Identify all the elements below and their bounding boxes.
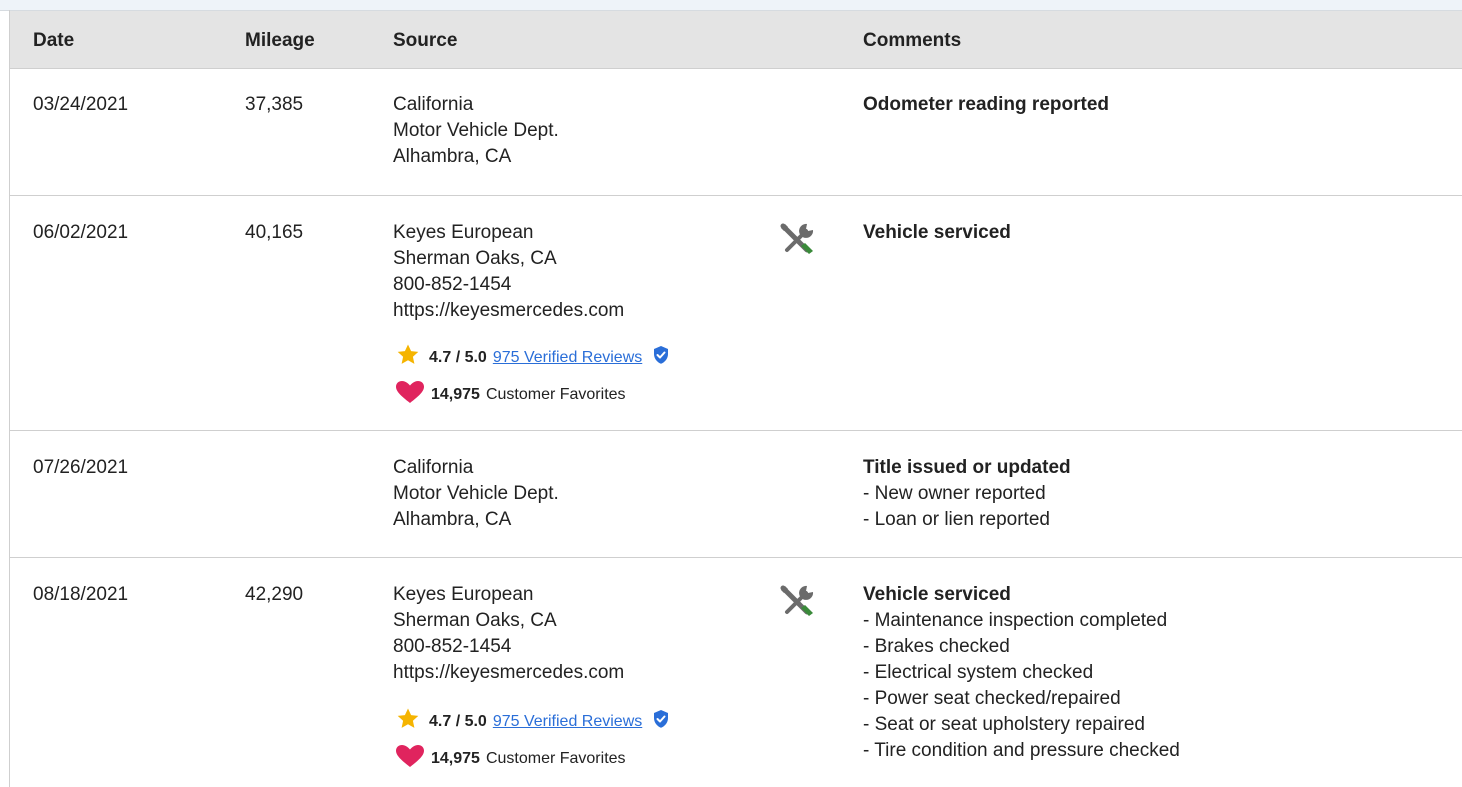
heart-icon: [395, 744, 425, 774]
source-cell: California Motor Vehicle Dept. Alhambra,…: [393, 455, 559, 533]
source-line: Sherman Oaks, CA: [393, 248, 557, 269]
comments-cell: Vehicle serviced - Maintenance inspectio…: [863, 582, 1180, 764]
comment-title: Vehicle serviced: [863, 222, 1011, 243]
verified-shield-icon: [652, 345, 670, 371]
table-header: Date Mileage Source Comments: [10, 11, 1462, 69]
comment-item: - Loan or lien reported: [863, 509, 1050, 530]
table-row: 07/26/2021 California Motor Vehicle Dept…: [10, 431, 1462, 557]
wrench-screwdriver-icon: [777, 220, 817, 260]
favorites-line: 14,975 Customer Favorites: [395, 744, 626, 774]
favorites-line: 14,975 Customer Favorites: [395, 380, 626, 410]
comment-item: - Electrical system checked: [863, 662, 1094, 683]
comment-title: Odometer reading reported: [863, 94, 1109, 115]
source-line: Alhambra, CA: [393, 509, 512, 530]
source-line: Sherman Oaks, CA: [393, 610, 557, 631]
column-header-comments[interactable]: Comments: [863, 30, 961, 52]
source-cell: California Motor Vehicle Dept. Alhambra,…: [393, 92, 559, 170]
rating-value: 4.7 / 5.0: [429, 349, 487, 366]
star-icon: [395, 343, 421, 373]
date-cell: 03/24/2021: [33, 94, 129, 115]
date-cell: 08/18/2021: [33, 584, 129, 605]
verified-reviews-link[interactable]: 975 Verified Reviews: [493, 712, 642, 732]
comment-item: - Seat or seat upholstery repaired: [863, 714, 1145, 735]
source-cell: Keyes European Sherman Oaks, CA 800-852-…: [393, 582, 624, 686]
source-line: Alhambra, CA: [393, 146, 512, 167]
mileage-cell: 40,165: [245, 222, 304, 243]
table-row: 03/24/2021 37,385 California Motor Vehic…: [10, 68, 1462, 195]
favorites-count: 14,975: [431, 386, 480, 403]
verified-reviews-link[interactable]: 975 Verified Reviews: [493, 348, 642, 368]
source-line: Keyes European: [393, 584, 534, 605]
comment-item: - Maintenance inspection completed: [863, 610, 1168, 631]
comment-title: Title issued or updated: [863, 457, 1071, 478]
wrench-screwdriver-icon: [777, 582, 817, 622]
star-icon: [395, 707, 421, 737]
comment-item: - New owner reported: [863, 483, 1046, 504]
date-cell: 06/02/2021: [33, 222, 129, 243]
column-header-source[interactable]: Source: [393, 30, 457, 52]
column-header-date[interactable]: Date: [33, 30, 74, 52]
rating-line: 4.7 / 5.0 975 Verified Reviews: [395, 707, 670, 737]
comment-item: - Power seat checked/repaired: [863, 688, 1121, 709]
source-line: 800-852-1454: [393, 274, 512, 295]
source-line: California: [393, 457, 474, 478]
verified-shield-icon: [652, 709, 670, 735]
heart-icon: [395, 380, 425, 410]
source-cell: Keyes European Sherman Oaks, CA 800-852-…: [393, 220, 624, 324]
table-row: 06/02/2021 40,165 Keyes European Sherman…: [10, 196, 1462, 430]
comment-item: - Tire condition and pressure checked: [863, 740, 1180, 761]
comments-cell: Odometer reading reported: [863, 92, 1109, 118]
source-line: https://keyesmercedes.com: [393, 662, 625, 683]
source-line: Motor Vehicle Dept.: [393, 120, 559, 141]
date-cell: 07/26/2021: [33, 457, 129, 478]
source-line: California: [393, 94, 474, 115]
favorites-label: Customer Favorites: [485, 386, 626, 403]
mileage-cell: 42,290: [245, 584, 304, 605]
rating-value: 4.7 / 5.0: [429, 713, 487, 730]
rating-line: 4.7 / 5.0 975 Verified Reviews: [395, 343, 670, 373]
column-header-mileage[interactable]: Mileage: [245, 30, 315, 52]
comments-cell: Vehicle serviced: [863, 220, 1011, 246]
source-line: Keyes European: [393, 222, 534, 243]
comment-title: Vehicle serviced: [863, 584, 1011, 605]
favorites-count: 14,975: [431, 750, 480, 767]
mileage-cell: 37,385: [245, 94, 304, 115]
source-line: Motor Vehicle Dept.: [393, 483, 559, 504]
comment-item: - Brakes checked: [863, 636, 1010, 657]
source-line: https://keyesmercedes.com: [393, 300, 625, 321]
comments-cell: Title issued or updated - New owner repo…: [863, 455, 1071, 533]
favorites-label: Customer Favorites: [485, 750, 626, 767]
source-line: 800-852-1454: [393, 636, 512, 657]
table-row: 08/18/2021 42,290 Keyes European Sherman…: [10, 558, 1462, 787]
